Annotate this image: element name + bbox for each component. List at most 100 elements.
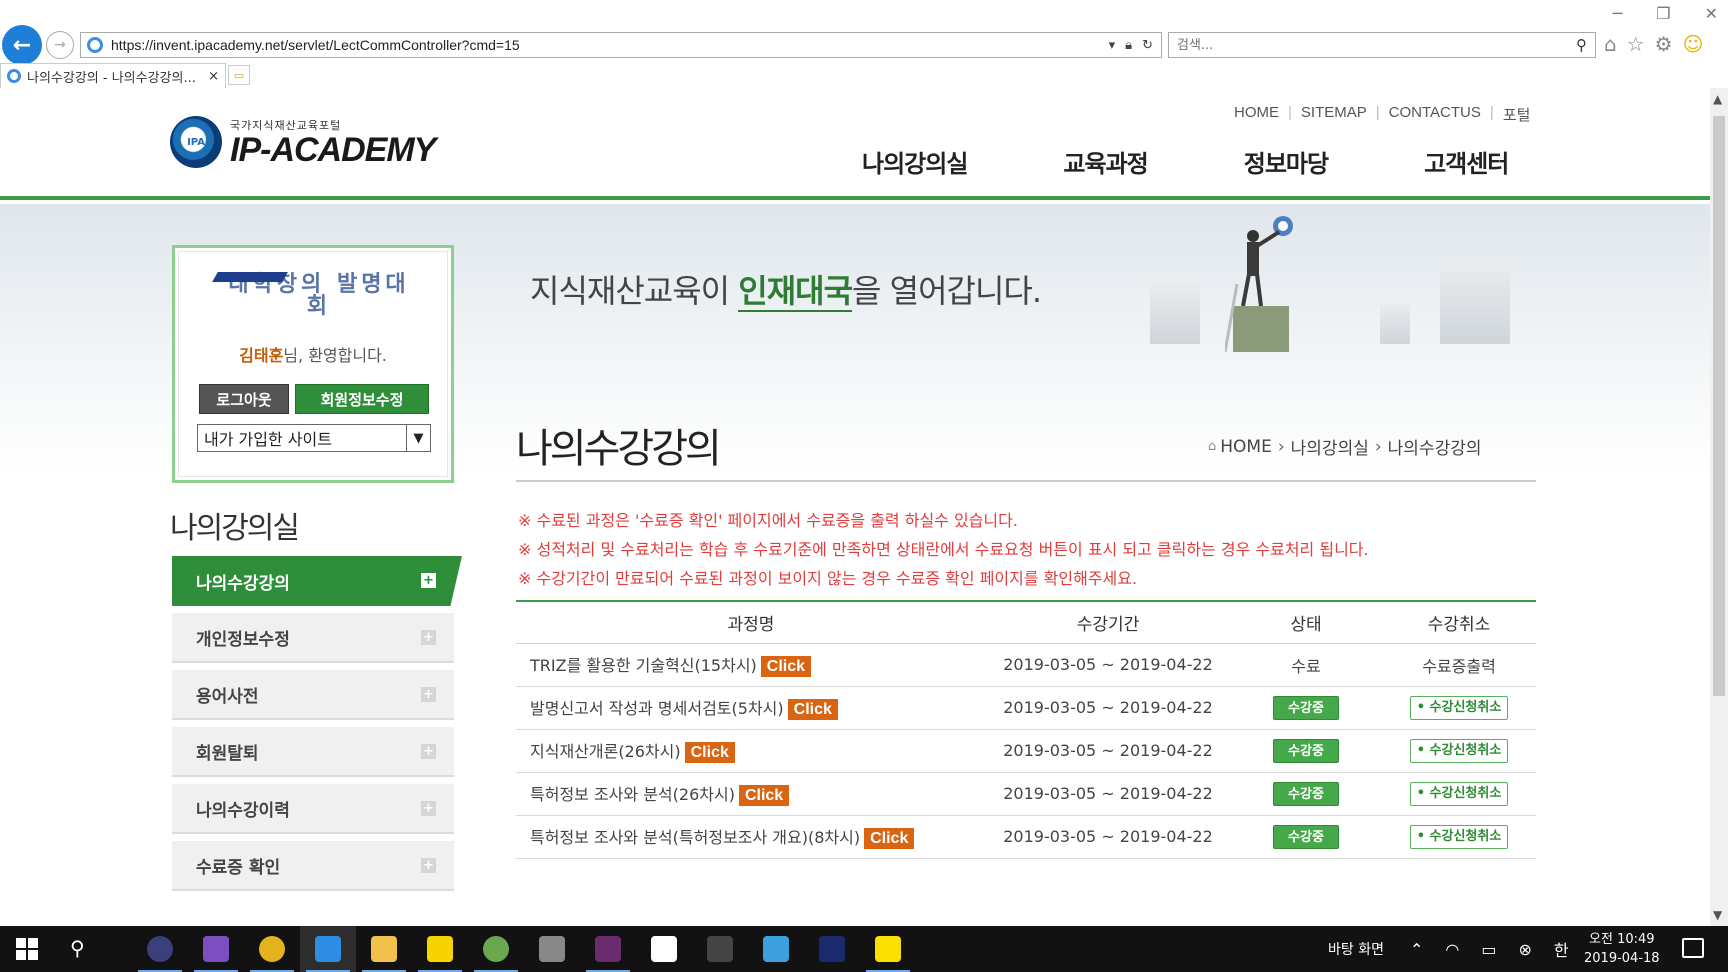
taskbar-app-button[interactable] — [356, 926, 412, 972]
ime-indicator[interactable]: 한 — [1554, 937, 1569, 961]
taskbar-app-button[interactable] — [860, 926, 916, 972]
banner-building — [1380, 304, 1410, 344]
forward-button[interactable]: → — [46, 31, 74, 59]
course-name[interactable]: 특허정보 조사와 분석(특허정보조사 개요)(8차시) — [530, 828, 860, 847]
util-link-portal[interactable]: 포털 — [1503, 104, 1531, 125]
joined-sites-select[interactable]: 내가 가입한 사이트 ▼ — [197, 424, 431, 452]
taskbar-app-button[interactable] — [580, 926, 636, 972]
battery-icon[interactable]: ▭ — [1481, 940, 1496, 959]
print-certificate-link[interactable]: 수료증출력 — [1382, 643, 1536, 687]
in-progress-badge[interactable]: 수강중 — [1273, 781, 1339, 806]
taskbar-app-button[interactable] — [188, 926, 244, 972]
cancel-enrollment-button[interactable]: • 수강신청취소 — [1410, 738, 1508, 763]
wifi-icon[interactable]: ◠ — [1445, 940, 1459, 959]
taskbar-app-button[interactable] — [300, 926, 356, 972]
click-button[interactable]: Click — [760, 656, 812, 677]
edit-member-info-button[interactable]: 회원정보수정 — [295, 384, 429, 414]
new-tab-button[interactable]: ▭ — [228, 65, 250, 85]
taskbar-clock[interactable]: 오전 10:49 2019-04-18 — [1584, 930, 1660, 968]
dropdown-icon[interactable]: ▾ — [1109, 38, 1116, 53]
feedback-smiley-icon[interactable]: ☺ — [1683, 32, 1704, 56]
cancel-enrollment-button[interactable]: • 수강신청취소 — [1410, 824, 1508, 849]
util-link-sitemap[interactable]: SITEMAP — [1301, 104, 1367, 125]
taskbar-app-button[interactable] — [804, 926, 860, 972]
util-link-contactus[interactable]: CONTACTUS — [1389, 104, 1481, 125]
taskbar-app-button[interactable] — [636, 926, 692, 972]
sidebar-item-edit-personal-info[interactable]: 개인정보수정 + — [172, 613, 454, 663]
gnb-courses[interactable]: 교육과정 — [1063, 144, 1148, 179]
minimize-icon[interactable]: ─ — [1613, 4, 1623, 23]
chevron-up-icon[interactable]: ⌃ — [1410, 940, 1423, 959]
browser-tab[interactable]: 나의수강강의 - 나의수강강의... × — [0, 63, 226, 88]
gnb-my-classroom[interactable]: 나의강의실 — [862, 144, 968, 179]
sidebar-item-certificate[interactable]: 수료증 확인 + — [172, 841, 454, 891]
gnb-info[interactable]: 정보마당 — [1244, 144, 1329, 179]
course-name[interactable]: TRIZ를 활용한 기술혁신(15차시) — [530, 656, 757, 675]
util-link-home[interactable]: HOME — [1234, 104, 1279, 125]
taskbar-app-button[interactable] — [692, 926, 748, 972]
breadcrumb-home[interactable]: HOME — [1220, 437, 1272, 457]
taskbar-app-button[interactable] — [468, 926, 524, 972]
taskbar-search-icon[interactable]: ⚲ — [70, 936, 85, 960]
cancel-enrollment-button[interactable]: • 수강신청취소 — [1410, 695, 1508, 720]
action-center-icon[interactable] — [1682, 938, 1704, 958]
home-icon[interactable]: ⌂ — [1604, 32, 1617, 56]
scroll-down-icon[interactable]: ▼ — [1713, 908, 1722, 922]
course-name[interactable]: 발명신고서 작성과 명세서검토(5차시) — [530, 699, 784, 718]
scrollbar-thumb[interactable] — [1713, 116, 1725, 696]
breadcrumb: ⌂ HOME › 나의강의실 › 나의수강강의 — [1208, 434, 1482, 460]
course-name[interactable]: 특허정보 조사와 분석(26차시) — [530, 785, 735, 804]
in-progress-badge[interactable]: 수강중 — [1273, 738, 1339, 763]
sidebar-item-withdraw[interactable]: 회원탈퇴 + — [172, 727, 454, 777]
desktop-toolbar-label[interactable]: 바탕 화면 — [1328, 939, 1384, 959]
browser-search-box[interactable]: ⚲ — [1168, 32, 1596, 58]
windows-taskbar: ⚲ 바탕 화면 ⌃ ◠ ▭ ⊗ 한 오전 10:49 2019-04-18 — [0, 926, 1728, 972]
period-cell: 2019-03-05 ~ 2019-04-22 — [986, 643, 1230, 687]
taskbar-app-button[interactable] — [524, 926, 580, 972]
taskbar-app-button[interactable] — [244, 926, 300, 972]
restore-icon[interactable]: ❐ — [1656, 4, 1670, 23]
login-box: 대학창의 발명대회 김태훈님, 환영합니다. 로그아웃 회원정보수정 내가 가입… — [172, 245, 454, 483]
gnb-customer-center[interactable]: 고객센터 — [1424, 144, 1509, 179]
browser-search-input[interactable] — [1177, 37, 1568, 53]
event-logo[interactable]: 대학창의 발명대회 — [212, 272, 419, 322]
sidebar-item-glossary[interactable]: 용어사전 + — [172, 670, 454, 720]
sidebar-item-course-history[interactable]: 나의수강이력 + — [172, 784, 454, 834]
file-explorer-icon — [371, 936, 397, 962]
taskbar-app-button[interactable] — [748, 926, 804, 972]
click-button[interactable]: Click — [787, 699, 838, 720]
chevron-down-icon[interactable]: ▼ — [406, 425, 430, 451]
tab-close-icon[interactable]: × — [208, 69, 219, 84]
logo-title: IP-ACADEMY — [230, 131, 436, 169]
click-button[interactable]: Click — [864, 828, 915, 849]
header-status: 상태 — [1230, 600, 1382, 644]
settings-gear-icon[interactable]: ⚙ — [1655, 32, 1673, 56]
volume-muted-icon[interactable]: ⊗ — [1518, 940, 1531, 959]
click-button[interactable]: Click — [684, 742, 735, 763]
scroll-up-icon[interactable]: ▲ — [1713, 92, 1722, 106]
cancel-enrollment-button[interactable]: • 수강신청취소 — [1410, 781, 1508, 806]
url-text[interactable]: https://invent.ipacademy.net/servlet/Lec… — [111, 37, 1109, 53]
plus-icon: + — [421, 630, 436, 645]
vertical-scrollbar[interactable]: ▲ ▼ — [1710, 88, 1728, 926]
refresh-icon[interactable]: ↻ — [1142, 38, 1153, 53]
lock-icon[interactable]: 🔒︎ — [1125, 38, 1132, 53]
visual-studio-alt-icon — [707, 936, 733, 962]
windows-start-icon[interactable] — [16, 938, 38, 960]
site-logo[interactable]: IPA 국가지식재산교육포털 IP-ACADEMY — [170, 116, 436, 169]
taskbar-app-button[interactable] — [412, 926, 468, 972]
click-button[interactable]: Click — [738, 785, 790, 806]
arrow-right-icon: → — [54, 37, 66, 53]
logout-button[interactable]: 로그아웃 — [199, 384, 289, 414]
in-progress-badge[interactable]: 수강중 — [1273, 824, 1339, 849]
breadcrumb-my-classroom[interactable]: 나의강의실 — [1291, 434, 1369, 459]
in-progress-badge[interactable]: 수강중 — [1273, 695, 1339, 720]
search-icon[interactable]: ⚲ — [1568, 36, 1595, 54]
favorites-star-icon[interactable]: ☆ — [1627, 32, 1645, 56]
back-button[interactable]: ← — [2, 25, 42, 65]
close-window-icon[interactable]: ✕ — [1705, 4, 1718, 23]
address-bar[interactable]: https://invent.ipacademy.net/servlet/Lec… — [80, 32, 1162, 58]
sidebar-item-my-courses[interactable]: 나의수강강의 + — [172, 556, 462, 606]
taskbar-app-button[interactable] — [132, 926, 188, 972]
course-name[interactable]: 지식재산개론(26차시) — [530, 742, 681, 761]
